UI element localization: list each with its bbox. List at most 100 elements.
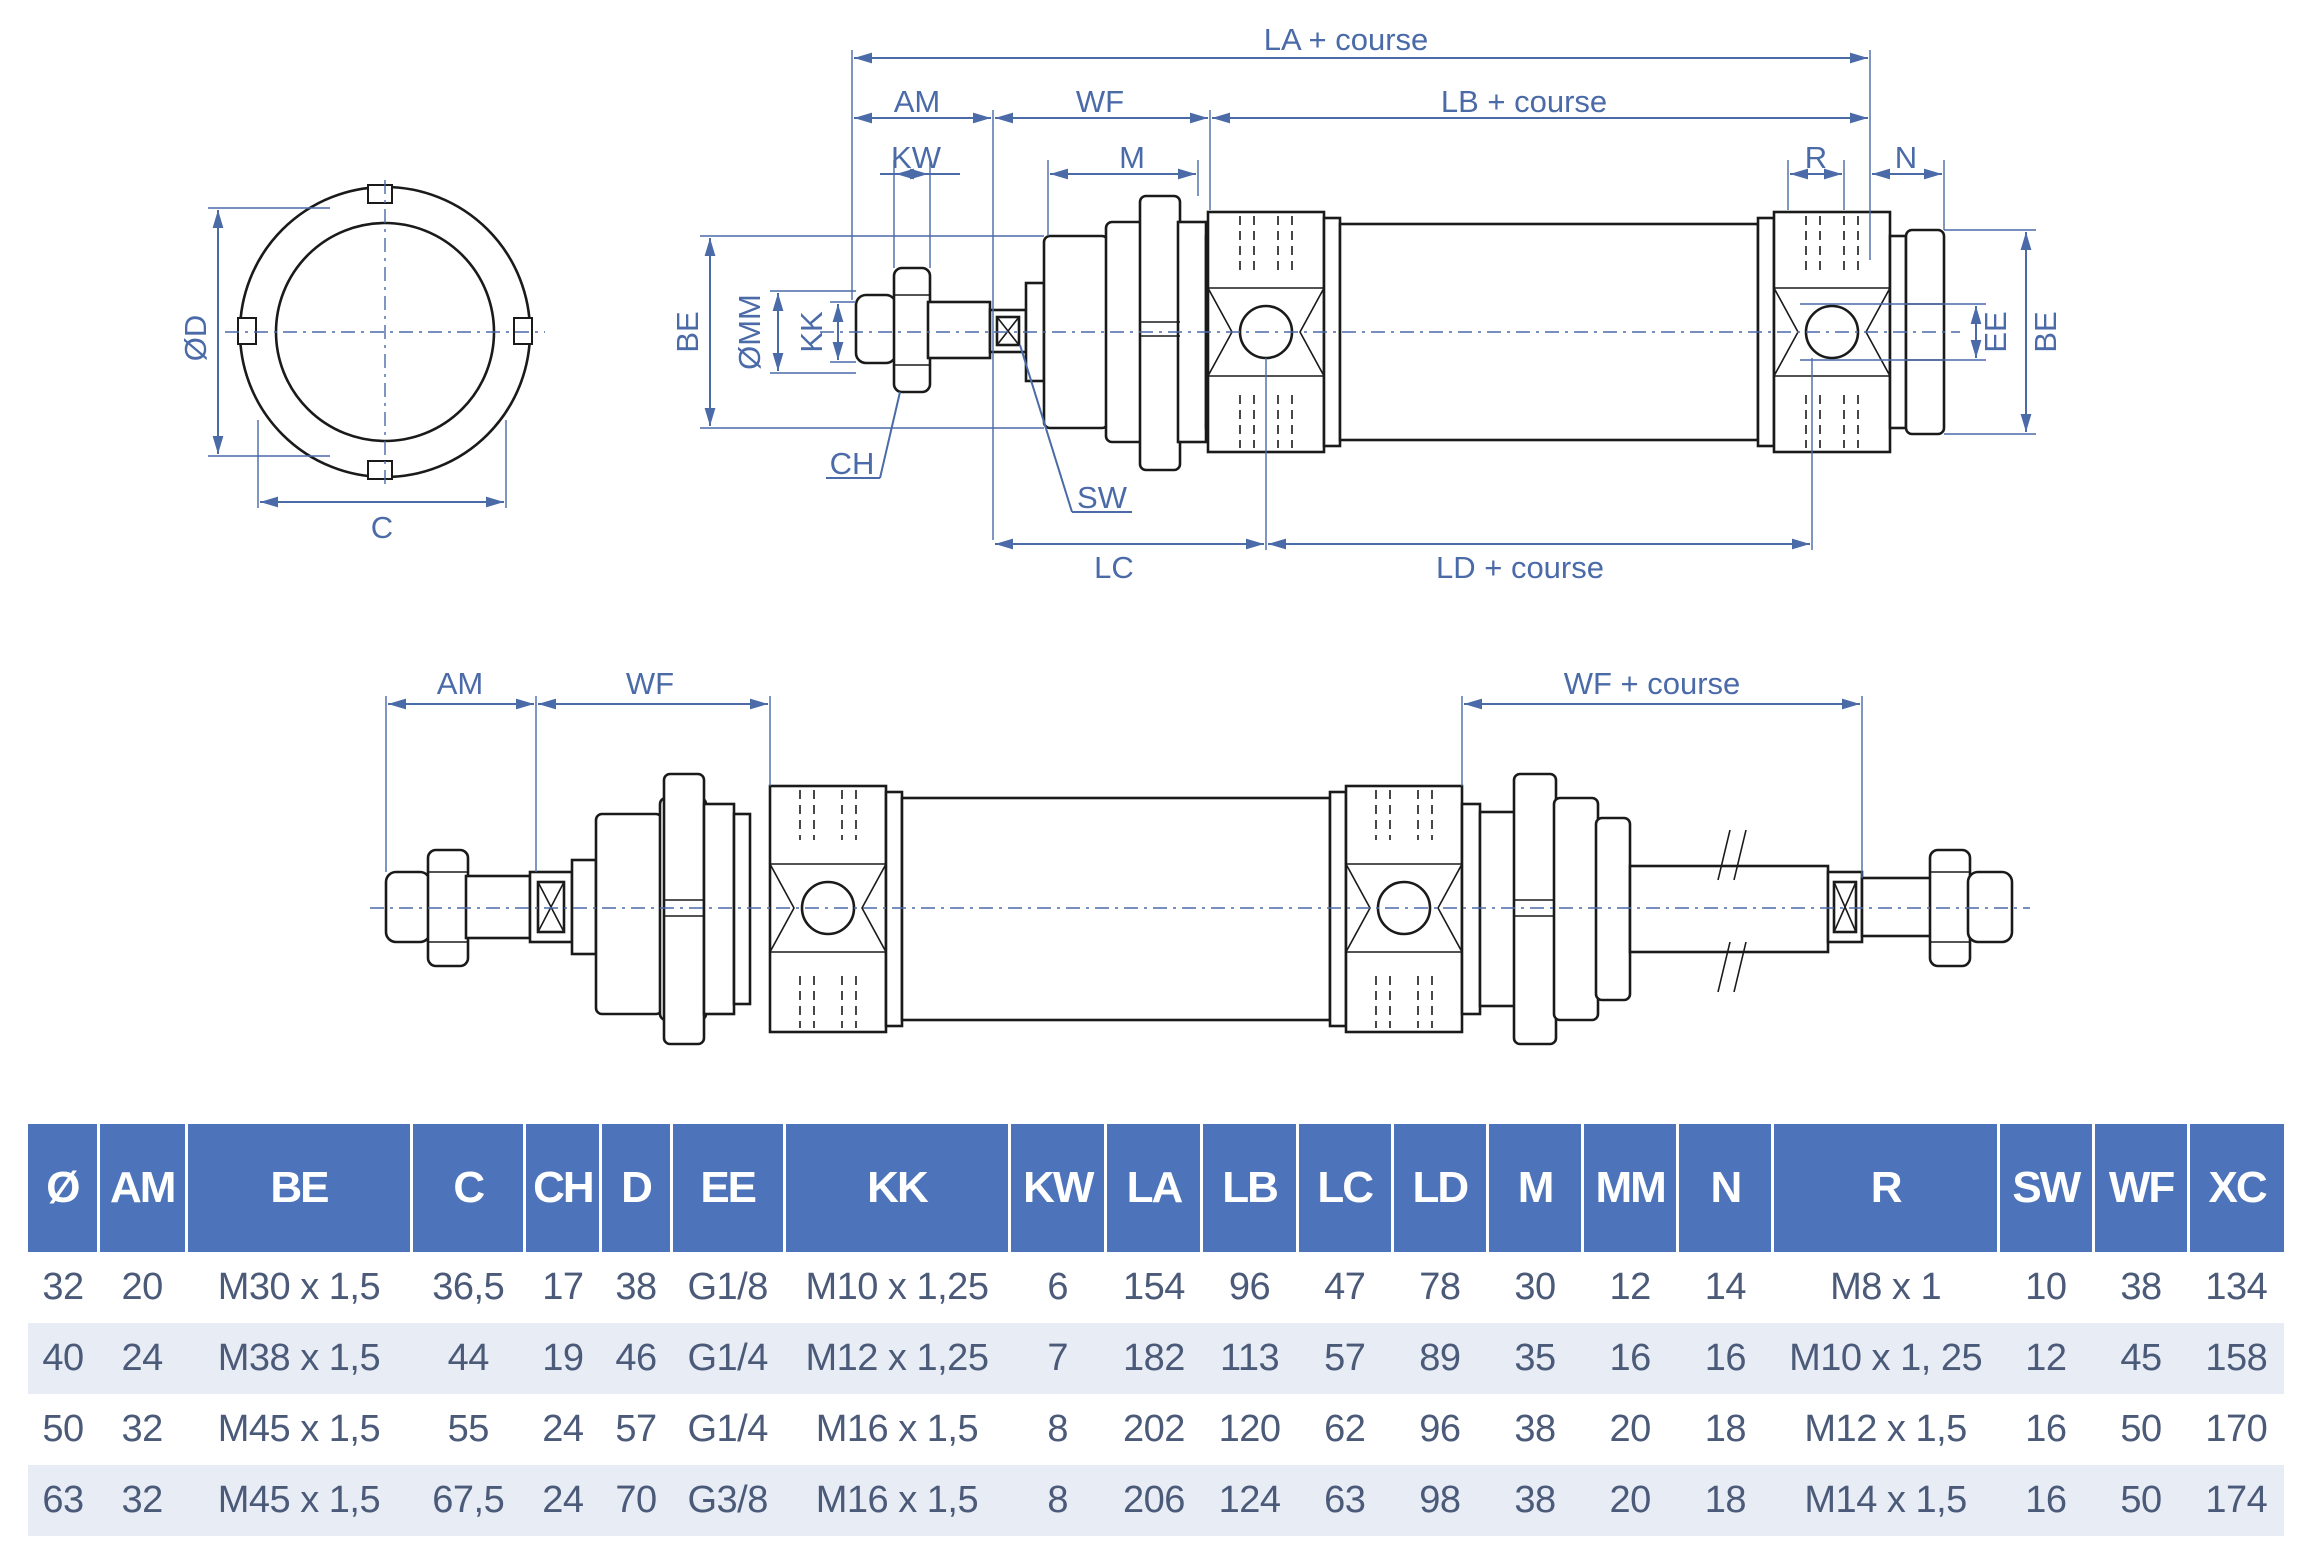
- column-header: BE: [186, 1124, 414, 1252]
- table-cell: 202: [1105, 1394, 1202, 1465]
- front-view: ØD C: [178, 180, 545, 545]
- table-cell: 98: [1392, 1465, 1488, 1536]
- table-cell: 170: [2188, 1394, 2284, 1465]
- table-cell: M16 x 1,5: [784, 1394, 1010, 1465]
- column-header: Ø: [28, 1124, 100, 1252]
- table-cell: M10 x 1,25: [784, 1252, 1010, 1323]
- column-header: EE: [671, 1124, 786, 1252]
- kk-label: KK: [794, 311, 829, 353]
- column-header: C: [411, 1124, 527, 1252]
- table-cell: 134: [2188, 1252, 2284, 1323]
- column-header: N: [1677, 1124, 1775, 1252]
- table-body: 32 20 M30 x 1,5 36,5 17 38 G1/8 M10 x 1,25 6 154 9…: [28, 1252, 2284, 1536]
- table-cell: 113: [1201, 1323, 1298, 1394]
- column-header: MM: [1582, 1124, 1680, 1252]
- table-cell: 50: [28, 1394, 99, 1465]
- ch-label: CH: [830, 446, 875, 481]
- column-header: XC: [2188, 1124, 2284, 1252]
- column-header: CH: [524, 1124, 603, 1252]
- table-cell: 44: [411, 1323, 525, 1394]
- table-cell: 30: [1487, 1252, 1583, 1323]
- table-cell: 38: [2093, 1252, 2189, 1323]
- table-header-row: Ø AM BE C CH D EE KK KW LA LB LC LD M MM N R SW WF XC: [28, 1124, 2284, 1252]
- table-cell: 14: [1677, 1252, 1773, 1323]
- technical-drawing: ØD C LA + course AM WF LB + course KW M …: [178, 22, 2063, 1046]
- table-cell: M10 x 1, 25: [1772, 1323, 1999, 1394]
- table-cell: 20: [98, 1252, 187, 1323]
- table-cell: 55: [411, 1394, 525, 1465]
- lc-label: LC: [1094, 550, 1134, 585]
- table-cell: G1/4: [671, 1394, 785, 1465]
- table-cell: 57: [600, 1394, 672, 1465]
- diameter-label: ØD: [178, 315, 213, 362]
- column-header: M: [1487, 1124, 1585, 1252]
- ld-label: LD + course: [1436, 550, 1604, 585]
- wf-course-label: WF + course: [1564, 666, 1741, 701]
- table-cell: 8: [1009, 1394, 1106, 1465]
- table-cell: 206: [1105, 1465, 1202, 1536]
- table-cell: 6: [1009, 1252, 1106, 1323]
- wf-label-2: WF: [626, 666, 674, 701]
- through-rod-view: AM WF WF + course: [370, 666, 2030, 1046]
- table-cell: 47: [1297, 1252, 1393, 1323]
- table-cell: G1/4: [671, 1323, 785, 1394]
- column-header: LC: [1297, 1124, 1394, 1252]
- table-cell: M45 x 1,5: [186, 1394, 412, 1465]
- am-label-2: AM: [437, 666, 484, 701]
- column-header: LA: [1105, 1124, 1204, 1252]
- table-cell: 124: [1201, 1465, 1298, 1536]
- column-header: LD: [1392, 1124, 1489, 1252]
- table-cell: 16: [1998, 1465, 2094, 1536]
- kw-label: KW: [891, 140, 942, 175]
- table-cell: 36,5: [411, 1252, 525, 1323]
- table-cell: M14 x 1,5: [1772, 1465, 1999, 1536]
- table-cell: 70: [600, 1465, 672, 1536]
- table-cell: 38: [600, 1252, 672, 1323]
- m-label: M: [1119, 140, 1145, 175]
- table-cell: 20: [1582, 1394, 1678, 1465]
- table-cell: 24: [524, 1394, 601, 1465]
- table-cell: 40: [28, 1323, 99, 1394]
- column-header: KK: [784, 1124, 1012, 1252]
- table-cell: M16 x 1,5: [784, 1465, 1010, 1536]
- dimensions-table: Ø AM BE C CH D EE KK KW LA LB LC LD M MM N R SW WF XC 32 20 M…: [28, 1124, 2284, 1536]
- side-view: LA + course AM WF LB + course KW M R N B…: [670, 22, 2063, 585]
- table-cell: 63: [28, 1465, 99, 1536]
- table-cell: 8: [1009, 1465, 1106, 1536]
- table-cell: 19: [524, 1323, 601, 1394]
- table-cell: 12: [1582, 1252, 1678, 1323]
- table-cell: 89: [1392, 1323, 1488, 1394]
- table-cell: 158: [2188, 1323, 2284, 1394]
- table-cell: 7: [1009, 1323, 1106, 1394]
- table-cell: 18: [1677, 1465, 1773, 1536]
- column-header: D: [600, 1124, 673, 1252]
- table-row: 50 32 M45 x 1,5 55 24 57 G1/4 M16 x 1,5 8 202 120 6…: [28, 1394, 2284, 1465]
- table-cell: 62: [1297, 1394, 1393, 1465]
- mm-label: ØMM: [732, 294, 767, 370]
- table-cell: 174: [2188, 1465, 2284, 1536]
- column-header: SW: [1998, 1124, 2095, 1252]
- table-cell: 32: [98, 1465, 187, 1536]
- table-row: 40 24 M38 x 1,5 44 19 46 G1/4 M12 x 1,25 7 182 113…: [28, 1323, 2284, 1394]
- table-cell: 50: [2093, 1465, 2189, 1536]
- table-cell: M8 x 1: [1772, 1252, 1999, 1323]
- table-cell: 38: [1487, 1465, 1583, 1536]
- table-cell: M45 x 1,5: [186, 1465, 412, 1536]
- table-cell: 182: [1105, 1323, 1202, 1394]
- column-header: WF: [2093, 1124, 2191, 1252]
- table-cell: 96: [1201, 1252, 1298, 1323]
- table-cell: 24: [524, 1465, 601, 1536]
- table-cell: 12: [1998, 1323, 2094, 1394]
- be-left-label: BE: [670, 311, 705, 352]
- n-label: N: [1895, 140, 1917, 175]
- table-cell: 50: [2093, 1394, 2189, 1465]
- wf-label: WF: [1076, 84, 1124, 119]
- table-cell: 46: [600, 1323, 672, 1394]
- width-label: C: [371, 510, 393, 545]
- table-cell: 20: [1582, 1465, 1678, 1536]
- table-row: 63 32 M45 x 1,5 67,5 24 70 G3/8 M16 x 1,5 8 206 12…: [28, 1465, 2284, 1536]
- table-cell: 63: [1297, 1465, 1393, 1536]
- table-cell: 45: [2093, 1323, 2189, 1394]
- column-header: LB: [1201, 1124, 1299, 1252]
- table-cell: 16: [1677, 1323, 1773, 1394]
